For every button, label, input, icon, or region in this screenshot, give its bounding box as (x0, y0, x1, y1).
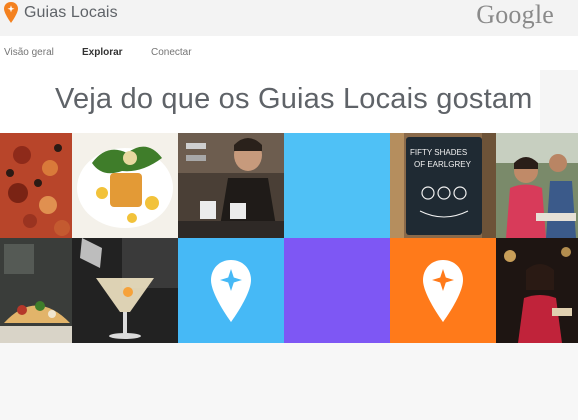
local-guides-star-pin-icon (211, 259, 251, 322)
local-guides-pin-icon (4, 2, 18, 23)
night-market-photo (496, 238, 578, 343)
google-logo[interactable]: Google (476, 0, 554, 30)
nav-explorar[interactable]: Explorar (82, 47, 123, 58)
photo-grid: FIFTY SHADES OF EARLGREY (0, 133, 578, 343)
plated-dish-photo (72, 133, 178, 238)
chalkboard-photo: FIFTY SHADES OF EARLGREY (390, 133, 496, 238)
chalkboard-line1: FIFTY SHADES (410, 148, 467, 157)
local-guides-star-pin-icon (423, 259, 463, 322)
top-bar: Guias Locais Google (0, 0, 578, 36)
nav-conectar[interactable]: Conectar (151, 47, 192, 58)
tile-taco[interactable] (0, 238, 72, 343)
tile-pizza[interactable] (0, 133, 72, 238)
brand[interactable]: Guias Locais (3, 1, 118, 25)
tile-night[interactable] (496, 238, 578, 343)
pizza-photo (0, 133, 72, 238)
tile-chalkboard[interactable]: FIFTY SHADES OF EARLGREY (390, 133, 496, 238)
tile-pin-blue[interactable] (178, 238, 284, 343)
hero-side-panel (540, 70, 578, 133)
cocktail-photo (72, 238, 178, 343)
barista-photo (178, 133, 284, 238)
tile-people[interactable] (496, 133, 578, 238)
top-nav: Visão geral Explorar Conectar (0, 36, 578, 71)
taco-photo (0, 238, 72, 343)
people-photo (496, 133, 578, 238)
tile-food-plate[interactable] (72, 133, 178, 238)
page-title: Veja do que os Guias Locais gostam (55, 83, 533, 115)
chalkboard-line2: OF EARLGREY (414, 160, 472, 169)
tile-barista[interactable] (178, 133, 284, 238)
tile-blue[interactable] (284, 133, 390, 238)
brand-title: Guias Locais (24, 4, 118, 21)
hero: Veja do que os Guias Locais gostam (0, 70, 578, 133)
nav-visao-geral[interactable]: Visão geral (4, 47, 54, 58)
tile-purple[interactable] (284, 238, 390, 343)
tile-cocktail[interactable] (72, 238, 178, 343)
tile-pin-orange[interactable] (390, 238, 496, 343)
page-footer-area (0, 343, 578, 420)
